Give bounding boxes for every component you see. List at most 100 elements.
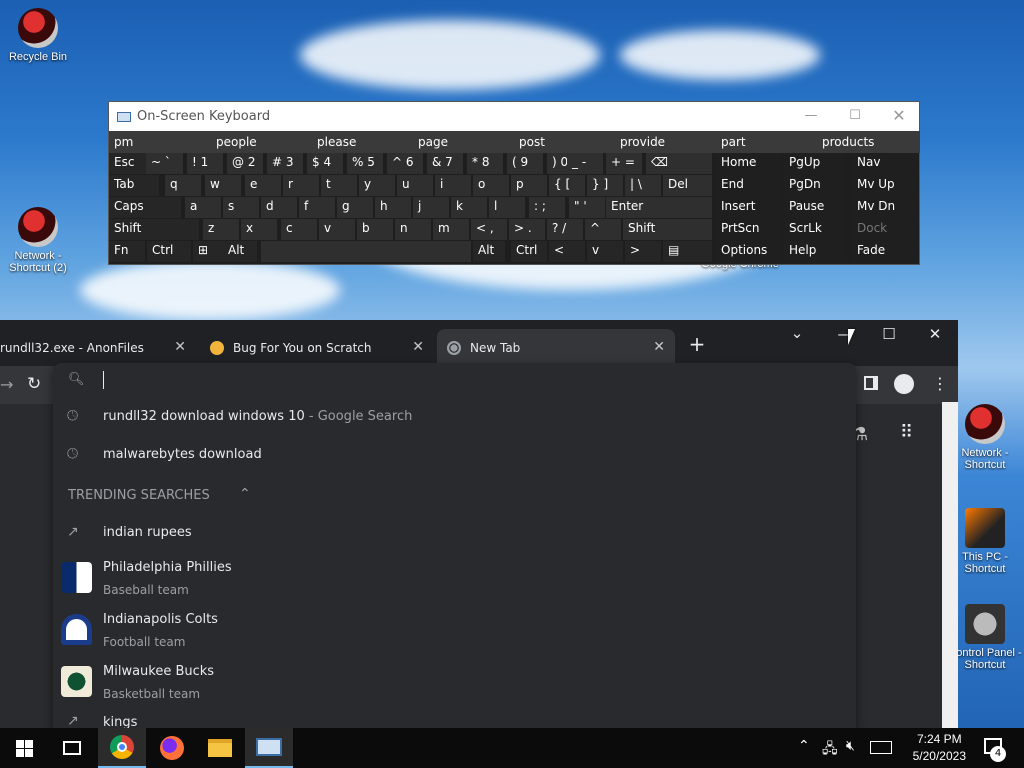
osk-key[interactable]: > . — [509, 219, 545, 240]
profile-avatar-icon[interactable] — [894, 374, 914, 394]
osk-key[interactable]: Insert — [716, 197, 780, 218]
trending-item[interactable]: Philadelphia Phillies Baseball team — [53, 558, 856, 604]
omnibox[interactable]: 🔍︎ — [53, 363, 856, 399]
start-button[interactable] — [0, 728, 48, 768]
osk-key[interactable]: PrtScn — [716, 219, 780, 240]
osk-key[interactable]: ▤ — [663, 241, 712, 262]
osk-suggestion[interactable]: products — [817, 131, 920, 153]
taskbar-chrome[interactable] — [98, 728, 146, 768]
osk-key[interactable]: Fn — [109, 241, 145, 262]
osk-key[interactable]: $ 4 — [307, 153, 343, 174]
osk-suggestion[interactable]: provide — [615, 131, 716, 153]
close-tab-icon[interactable]: ✕ — [653, 339, 665, 355]
osk-key[interactable]: Shift — [109, 219, 199, 240]
osk-key[interactable]: j — [413, 197, 449, 218]
osk-key[interactable]: < — [549, 241, 585, 262]
osk-key[interactable]: d — [261, 197, 297, 218]
osk-key[interactable]: Options — [716, 241, 780, 262]
osk-suggestion[interactable]: part — [716, 131, 817, 153]
osk-key[interactable]: ⌫ — [646, 153, 712, 174]
osk-key[interactable]: & 7 — [427, 153, 463, 174]
osk-key[interactable]: w — [205, 175, 241, 196]
osk-key[interactable]: v — [587, 241, 623, 262]
osk-key[interactable]: l — [489, 197, 525, 218]
show-hidden-icons-chevron-icon[interactable]: ⌃ — [798, 738, 810, 754]
taskbar-file-explorer[interactable] — [196, 728, 244, 768]
osk-key[interactable]: Home — [716, 153, 780, 174]
osk-key[interactable]: Enter — [606, 197, 712, 218]
desktop-icon-recycle-bin[interactable]: Recycle Bin — [0, 8, 76, 63]
reload-icon[interactable]: ↻ — [27, 374, 41, 394]
osk-key[interactable]: Ctrl — [511, 241, 547, 262]
osk-key[interactable]: ⊞ — [193, 241, 225, 262]
osk-suggestion[interactable]: pm — [109, 131, 211, 153]
osk-key[interactable]: f — [299, 197, 335, 218]
osk-key[interactable]: > — [625, 241, 661, 262]
osk-key[interactable]: n — [395, 219, 431, 240]
osk-key[interactable]: Pause — [784, 197, 846, 218]
forward-icon[interactable]: → — [0, 375, 13, 394]
osk-key[interactable]: Shift — [623, 219, 712, 240]
osk-key[interactable]: a — [185, 197, 221, 218]
osk-key[interactable]: | \ — [625, 175, 661, 196]
osk-key[interactable]: ~ ` — [146, 153, 183, 174]
osk-key[interactable]: h — [375, 197, 411, 218]
osk-key[interactable]: Fade — [852, 241, 918, 262]
osk-key[interactable]: r — [283, 175, 319, 196]
apps-grid-icon[interactable]: ⠿ — [900, 422, 913, 443]
osk-key[interactable]: k — [451, 197, 487, 218]
osk-key[interactable]: ScrLk — [784, 219, 846, 240]
osk-key[interactable]: q — [165, 175, 201, 196]
system-clock[interactable]: 7:24 PM 5/20/2023 — [913, 731, 966, 765]
osk-key[interactable]: e — [245, 175, 281, 196]
osk-key[interactable]: Mv Up — [852, 175, 918, 196]
osk-key[interactable]: End — [716, 175, 780, 196]
osk-key[interactable]: Caps — [109, 197, 181, 218]
osk-key[interactable]: @ 2 — [227, 153, 263, 174]
minimize-icon[interactable]: — — [801, 108, 821, 123]
osk-key[interactable]: ( 9 — [507, 153, 543, 174]
osk-key[interactable]: Alt — [473, 241, 505, 262]
taskbar-on-screen-keyboard[interactable] — [245, 728, 293, 768]
trending-item[interactable]: Indianapolis Colts Football team — [53, 610, 856, 656]
osk-suggestion[interactable]: please — [312, 131, 413, 153]
osk-key[interactable]: p — [511, 175, 547, 196]
osk-key[interactable]: % 5 — [347, 153, 383, 174]
osk-title-bar[interactable]: On-Screen Keyboard — ☐ ✕ — [109, 102, 919, 131]
osk-key[interactable]: t — [321, 175, 357, 196]
osk-key[interactable]: ^ — [585, 219, 621, 240]
osk-key[interactable]: ? / — [547, 219, 583, 240]
osk-key[interactable]: PgDn — [784, 175, 846, 196]
osk-key[interactable]: Alt — [223, 241, 257, 262]
osk-key[interactable]: y — [359, 175, 395, 196]
osk-key[interactable]: Help — [784, 241, 846, 262]
suggestion-history-1[interactable]: 🕓︎ malwarebytes download — [53, 445, 856, 475]
osk-key[interactable]: i — [435, 175, 471, 196]
suggestion-history-0[interactable]: 🕓︎ rundll32 download windows 10 - Google… — [53, 407, 856, 437]
osk-key[interactable]: z — [203, 219, 239, 240]
osk-key[interactable]: PgUp — [784, 153, 846, 174]
osk-key[interactable]: { [ — [549, 175, 585, 196]
osk-key[interactable]: # 3 — [267, 153, 303, 174]
close-icon[interactable]: ✕ — [920, 325, 950, 343]
osk-suggestion[interactable]: post — [514, 131, 615, 153]
osk-suggestion[interactable]: page — [413, 131, 514, 153]
osk-key[interactable]: ! 1 — [187, 153, 223, 174]
osk-key[interactable]: Tab — [109, 175, 159, 196]
trending-item[interactable]: ↗ indian rupees — [53, 523, 856, 553]
close-tab-icon[interactable]: ✕ — [174, 339, 186, 355]
page-scrollbar[interactable] — [942, 402, 958, 730]
tab-anonfiles[interactable]: rundll32.exe - AnonFiles ✕ — [0, 329, 196, 366]
tab-scratch[interactable]: Bug For You on Scratch ✕ — [200, 329, 434, 366]
touch-keyboard-icon[interactable] — [870, 741, 892, 754]
osk-key[interactable]: v — [319, 219, 355, 240]
osk-key[interactable]: u — [397, 175, 433, 196]
osk-key[interactable]: Del — [663, 175, 712, 196]
osk-key[interactable]: : ; — [529, 197, 565, 218]
osk-key[interactable]: < , — [471, 219, 507, 240]
trending-header[interactable]: TRENDING SEARCHES ⌃ — [53, 486, 856, 510]
osk-key[interactable]: Dock — [852, 219, 918, 240]
volume-muted-icon[interactable]: 🔇︎ — [846, 738, 855, 754]
osk-key[interactable]: x — [241, 219, 277, 240]
close-icon[interactable]: ✕ — [889, 106, 909, 125]
